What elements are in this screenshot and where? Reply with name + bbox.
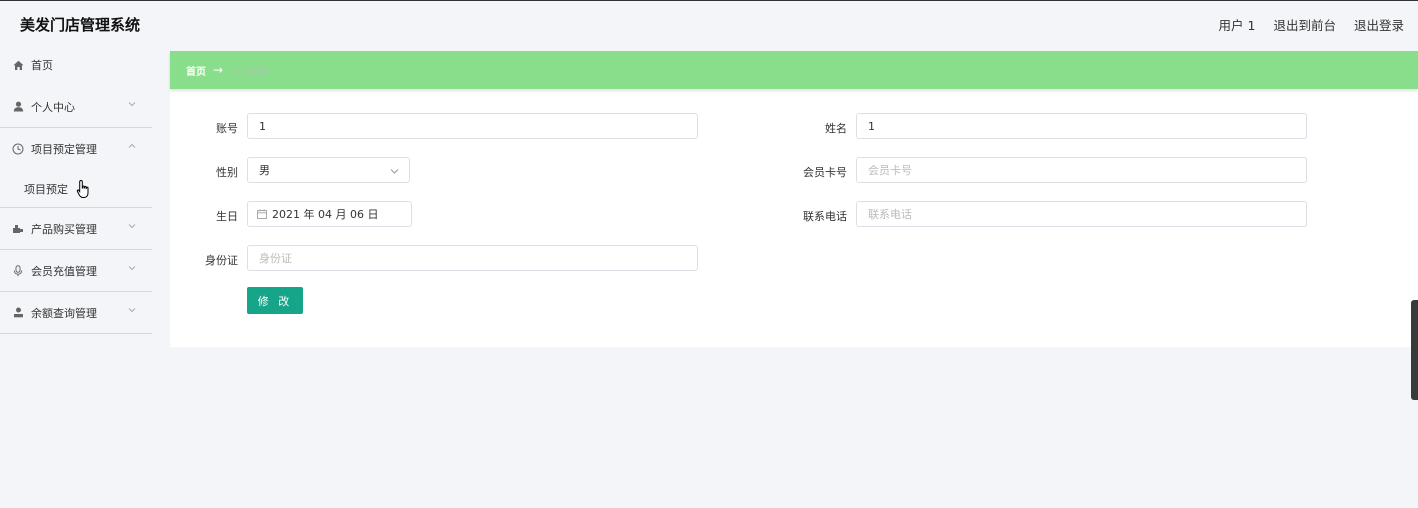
calendar-icon	[257, 209, 267, 219]
app-title: 美发门店管理系统	[20, 16, 141, 34]
birthday-value: 2021 年 04 月 06 日	[272, 208, 379, 221]
gender-select[interactable]: 男	[247, 157, 410, 183]
id-card-placeholder: 身份证	[259, 252, 292, 265]
account-value: 1	[259, 119, 266, 133]
breadcrumb-home[interactable]: 首页	[186, 63, 206, 78]
sidebar-item-label: 项目预定管理	[31, 143, 97, 156]
chevron-up-icon	[128, 143, 136, 148]
breadcrumb-arrow: →	[213, 63, 224, 77]
hand-cursor-icon	[76, 179, 89, 198]
member-card-placeholder: 会员卡号	[868, 164, 912, 177]
phone-input[interactable]: 联系电话	[856, 201, 1307, 227]
member-card-input[interactable]: 会员卡号	[856, 157, 1307, 183]
sidebar-item-profile[interactable]: 个人中心	[0, 86, 152, 128]
scrollbar-thumb[interactable]	[1411, 300, 1418, 400]
sidebar-item-balance[interactable]: 余额查询管理	[0, 292, 152, 334]
current-user[interactable]: 用户 1	[1219, 15, 1256, 34]
chevron-down-icon	[128, 224, 136, 229]
sidebar-item-recharge[interactable]: 会员充值管理	[0, 250, 152, 292]
mic-icon	[12, 264, 24, 277]
chevron-down-icon	[128, 266, 136, 271]
logout-link[interactable]: 退出登录	[1354, 15, 1404, 34]
top-bar: 美发门店管理系统 用户 1 退出到前台 退出登录	[0, 0, 1418, 44]
cart-icon	[12, 223, 24, 235]
birthday-label: 生日	[216, 210, 238, 223]
sidebar-item-label: 个人中心	[31, 100, 75, 114]
sidebar: 首页 个人中心 项目预定管理 项目预定 产品购买管理 会员充值管理 余额查询管理	[0, 44, 152, 508]
birthday-datepicker[interactable]: 2021 年 04 月 06 日	[247, 201, 412, 227]
sidebar-item-products[interactable]: 产品购买管理	[0, 208, 152, 250]
name-input[interactable]: 1	[856, 113, 1307, 139]
front-page-link[interactable]: 退出到前台	[1273, 15, 1336, 34]
submit-button[interactable]: 修 改	[247, 287, 303, 314]
sidebar-item-label: 会员充值管理	[31, 264, 97, 278]
sidebar-subitem-booking[interactable]: 项目预定	[0, 170, 152, 208]
gender-value: 男	[259, 164, 270, 177]
user-icon	[12, 101, 24, 113]
chevron-down-icon	[128, 308, 136, 313]
name-value: 1	[868, 119, 875, 133]
sidebar-subitem-label: 项目预定	[24, 182, 68, 196]
sidebar-item-home[interactable]: 首页	[0, 44, 152, 86]
account-label: 账号	[216, 122, 238, 135]
breadcrumb-current: 个人信息	[230, 66, 271, 78]
main-panel: 首页 → 个人信息	[170, 51, 1418, 347]
breadcrumb: 首页 → 个人信息	[170, 51, 1418, 89]
member-card-label: 会员卡号	[803, 166, 847, 179]
chevron-down-icon	[390, 169, 399, 174]
phone-label: 联系电话	[803, 210, 847, 223]
name-label: 姓名	[825, 122, 847, 135]
clock-icon	[12, 143, 24, 155]
chevron-down-icon	[128, 102, 136, 107]
phone-placeholder: 联系电话	[868, 208, 912, 221]
sidebar-item-label: 产品购买管理	[31, 222, 97, 236]
top-links: 用户 1 退出到前台 退出登录	[1219, 15, 1404, 34]
sidebar-item-label: 余额查询管理	[31, 306, 97, 320]
id-card-input[interactable]: 身份证	[247, 245, 698, 271]
account-input[interactable]: 1	[247, 113, 698, 139]
gender-label: 性别	[216, 166, 238, 179]
sidebar-item-label: 首页	[31, 59, 53, 72]
sidebar-item-booking[interactable]: 项目预定管理	[0, 128, 152, 170]
home-icon	[12, 59, 24, 71]
user-stamp-icon	[12, 307, 24, 319]
id-card-label: 身份证	[205, 254, 238, 267]
